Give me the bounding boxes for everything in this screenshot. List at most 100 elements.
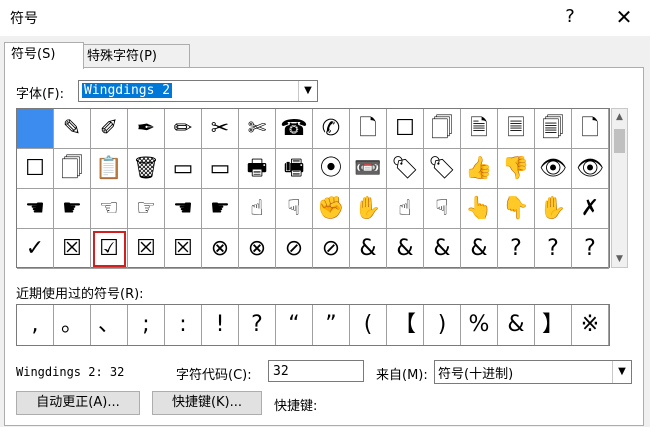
- symbol-cell[interactable]: ☚: [17, 189, 54, 229]
- symbol-cell[interactable]: 🖷: [276, 149, 313, 189]
- recent-symbol-cell[interactable]: “: [276, 305, 313, 345]
- symbol-cell[interactable]: 🗍: [54, 149, 91, 189]
- symbol-cell[interactable]: ☒: [165, 229, 202, 269]
- chevron-down-icon[interactable]: ▼: [298, 81, 317, 101]
- symbol-cell[interactable]: ☒: [128, 229, 165, 269]
- symbol-cell[interactable]: 🗋: [572, 109, 609, 149]
- recent-symbol-cell[interactable]: (: [350, 305, 387, 345]
- chevron-down-icon[interactable]: ▼: [612, 361, 631, 383]
- scroll-down-icon[interactable]: ▼: [612, 251, 627, 267]
- symbol-cell[interactable]: ☎: [276, 109, 313, 149]
- symbol-cell[interactable]: ☐: [387, 109, 424, 149]
- symbol-cell[interactable]: ▭: [165, 149, 202, 189]
- symbol-cell[interactable]: ?: [572, 229, 609, 269]
- symbol-cell[interactable]: &: [350, 229, 387, 269]
- symbol-cell[interactable]: ?: [535, 229, 572, 269]
- symbol-cell[interactable]: ▭: [202, 149, 239, 189]
- symbol-cell[interactable]: ✋: [535, 189, 572, 229]
- recent-symbol-cell[interactable]: 、: [91, 305, 128, 345]
- symbol-grid-scrollbar[interactable]: ▲ ▼: [611, 108, 628, 268]
- recent-symbol-cell[interactable]: 】: [535, 305, 572, 345]
- symbol-cell[interactable]: &: [461, 229, 498, 269]
- symbol-cell[interactable]: ✐: [91, 109, 128, 149]
- symbol-cell[interactable]: ?: [498, 229, 535, 269]
- symbol-cell[interactable]: ⊗: [239, 229, 276, 269]
- symbol-cell[interactable]: 👎: [498, 149, 535, 189]
- symbol-cell[interactable]: ☝: [239, 189, 276, 229]
- symbol-cell[interactable]: &: [424, 229, 461, 269]
- character-name: Wingdings 2: 32: [16, 365, 125, 379]
- symbol-cell[interactable]: ✓: [17, 229, 54, 269]
- title-bar: 符号 ? ✕: [0, 0, 650, 36]
- symbol-cell[interactable]: [17, 109, 54, 149]
- help-button[interactable]: ?: [556, 4, 584, 30]
- symbol-cell[interactable]: ☒: [54, 229, 91, 269]
- char-code-input[interactable]: [268, 360, 364, 382]
- recent-symbol-cell[interactable]: ,: [17, 305, 54, 345]
- from-select[interactable]: 符号(十进制) ▼: [434, 360, 632, 384]
- symbol-cell[interactable]: ✗: [572, 189, 609, 229]
- symbol-cell[interactable]: ✎: [54, 109, 91, 149]
- symbol-cell[interactable]: 🗑: [128, 149, 165, 189]
- scroll-up-icon[interactable]: ▲: [612, 109, 627, 125]
- symbol-cell[interactable]: ☐: [17, 149, 54, 189]
- recent-symbol-cell[interactable]: ?: [239, 305, 276, 345]
- symbol-cell[interactable]: ✋: [350, 189, 387, 229]
- symbol-cell[interactable]: ⦿: [313, 149, 350, 189]
- recent-symbol-cell[interactable]: :: [165, 305, 202, 345]
- recent-symbol-cell[interactable]: ”: [313, 305, 350, 345]
- recent-symbol-cell[interactable]: ): [424, 305, 461, 345]
- close-button[interactable]: ✕: [610, 4, 638, 30]
- recent-symbol-cell[interactable]: %: [461, 305, 498, 345]
- symbol-cell[interactable]: 🏷: [387, 149, 424, 189]
- autocorrect-button[interactable]: 自动更正(A)...: [16, 391, 140, 415]
- tab-symbols[interactable]: 符号(S): [4, 42, 84, 69]
- font-select[interactable]: Wingdings 2 ▼: [78, 80, 318, 102]
- symbol-cell[interactable]: ⊗: [202, 229, 239, 269]
- symbol-cell[interactable]: 👁: [572, 149, 609, 189]
- symbol-cell[interactable]: ☝: [387, 189, 424, 229]
- recent-symbol-cell[interactable]: 。: [54, 305, 91, 345]
- symbol-cell[interactable]: ⊘: [313, 229, 350, 269]
- symbol-cell[interactable]: 👁: [535, 149, 572, 189]
- scroll-thumb[interactable]: [614, 129, 625, 153]
- from-value: 符号(十进制): [438, 367, 514, 382]
- symbol-cell[interactable]: 📋: [91, 149, 128, 189]
- symbol-cell[interactable]: ☟: [424, 189, 461, 229]
- symbol-cell[interactable]: ✂: [202, 109, 239, 149]
- font-label: 字体(F):: [16, 87, 65, 102]
- symbol-cell[interactable]: ✒: [128, 109, 165, 149]
- symbol-cell[interactable]: ⊘: [276, 229, 313, 269]
- symbol-cell[interactable]: ☟: [276, 189, 313, 229]
- symbol-grid: ✎ ✐ ✒ ✏ ✂ ✄ ☎ ✆ 🗋 ☐ 🗍 🗎 🗏 🗐 🗋 ☐ 🗍 📋 🗑 ▭ ▭ 🖶 🖷 ⦿ 📼 🏷 🏷 👍 👎 👁 👁 ☚ ☛ ☜ ☞ ☚ ☛ ☝ ☟ ✊…: [16, 108, 610, 269]
- symbol-cell[interactable]: 🗏: [498, 109, 535, 149]
- recent-symbol-cell[interactable]: !: [202, 305, 239, 345]
- shortcut-key-button[interactable]: 快捷键(K)...: [152, 391, 262, 415]
- symbol-cell[interactable]: 🗋: [350, 109, 387, 149]
- symbol-cell[interactable]: ✆: [313, 109, 350, 149]
- symbol-cell[interactable]: 📼: [350, 149, 387, 189]
- symbol-cell[interactable]: ☚: [165, 189, 202, 229]
- symbol-cell[interactable]: &: [387, 229, 424, 269]
- symbol-cell[interactable]: ☞: [128, 189, 165, 229]
- symbol-cell[interactable]: 👍: [461, 149, 498, 189]
- symbol-cell[interactable]: 🖶: [239, 149, 276, 189]
- symbol-cell[interactable]: ☜: [91, 189, 128, 229]
- symbol-cell[interactable]: 🗍: [424, 109, 461, 149]
- recent-symbol-cell[interactable]: ;: [128, 305, 165, 345]
- symbol-cell[interactable]: ☛: [54, 189, 91, 229]
- symbol-cell[interactable]: ✏: [165, 109, 202, 149]
- symbol-cell[interactable]: ☑: [91, 229, 128, 269]
- symbol-cell[interactable]: 🏷: [424, 149, 461, 189]
- symbol-cell[interactable]: ☛: [202, 189, 239, 229]
- symbol-cell[interactable]: ✊: [313, 189, 350, 229]
- symbol-cell[interactable]: 👆: [461, 189, 498, 229]
- symbol-cell[interactable]: ✄: [239, 109, 276, 149]
- recent-symbol-cell[interactable]: ※: [572, 305, 609, 345]
- symbol-cell[interactable]: 🗐: [535, 109, 572, 149]
- recent-symbol-cell[interactable]: 【: [387, 305, 424, 345]
- tab-special-characters[interactable]: 特殊字符(P): [80, 44, 190, 69]
- symbol-cell[interactable]: 👇: [498, 189, 535, 229]
- symbol-cell[interactable]: 🗎: [461, 109, 498, 149]
- recent-symbol-cell[interactable]: &: [498, 305, 535, 345]
